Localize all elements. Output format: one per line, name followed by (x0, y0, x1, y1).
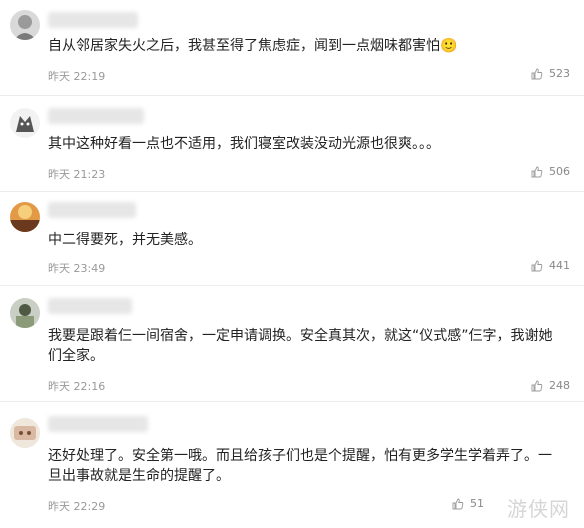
comment-item: 自从邻居家失火之后，我甚至得了焦虑症，闻到一点烟味都害怕🙂 昨天 22:19 5… (0, 0, 584, 96)
comment-item: 我要是跟着仨一间宿舍，一定申请调换。安全真其次，就这“仪式感”仨字，我谢她们全家… (0, 286, 584, 402)
like-count: 441 (549, 259, 570, 272)
comment-time: 昨天 21:23 (48, 168, 106, 181)
avatar[interactable] (10, 108, 40, 138)
comment-item: 中二得要死，并无美感。 昨天 23:49 441 (0, 192, 584, 286)
username[interactable] (48, 416, 148, 432)
thumbs-up-icon (531, 166, 543, 177)
like-count: 248 (549, 379, 570, 392)
username[interactable] (48, 298, 132, 314)
like-button[interactable]: 506 (531, 165, 570, 178)
watermark: 游侠网 (507, 497, 570, 521)
thumbs-up-icon (531, 260, 543, 271)
avatar[interactable] (10, 202, 40, 232)
thumbs-up-icon (452, 498, 464, 509)
username[interactable] (48, 108, 144, 124)
username[interactable] (48, 12, 138, 28)
like-count: 506 (549, 165, 570, 178)
thumbs-up-icon (531, 68, 543, 79)
comment-time: 昨天 22:29 (48, 500, 106, 513)
avatar[interactable] (10, 10, 40, 40)
comment-item: 还好处理了。安全第一哦。而且给孩子们也是个提醒，怕有更多学生学着弄了。一旦出事故… (0, 402, 584, 528)
comment-text: 其中这种好看一点也不适用，我们寝室改装没动光源也很爽。。。 (48, 136, 440, 152)
avatar[interactable] (10, 298, 40, 328)
thumbs-up-icon (531, 380, 543, 391)
comment-text: 还好处理了。安全第一哦。而且给孩子们也是个提醒，怕有更多学生学着弄了。一旦出事故… (48, 448, 552, 484)
like-button[interactable]: 248 (531, 379, 570, 392)
comment-item: 其中这种好看一点也不适用，我们寝室改装没动光源也很爽。。。 昨天 21:23 5… (0, 96, 584, 192)
comment-time: 昨天 23:49 (48, 262, 106, 275)
comment-text: 中二得要死，并无美感。 (48, 232, 202, 248)
comment-time: 昨天 22:19 (48, 70, 106, 83)
like-count: 51 (470, 497, 484, 510)
like-button[interactable]: 51 (452, 497, 484, 510)
comment-text: 我要是跟着仨一间宿舍，一定申请调换。安全真其次，就这“仪式感”仨字，我谢她们全家… (48, 328, 553, 364)
like-button[interactable]: 523 (531, 67, 570, 80)
comment-text: 自从邻居家失火之后，我甚至得了焦虑症，闻到一点烟味都害怕🙂 (48, 38, 458, 54)
username[interactable] (48, 202, 136, 218)
comment-time: 昨天 22:16 (48, 380, 106, 393)
like-count: 523 (549, 67, 570, 80)
like-button[interactable]: 441 (531, 259, 570, 272)
avatar[interactable] (10, 418, 40, 448)
